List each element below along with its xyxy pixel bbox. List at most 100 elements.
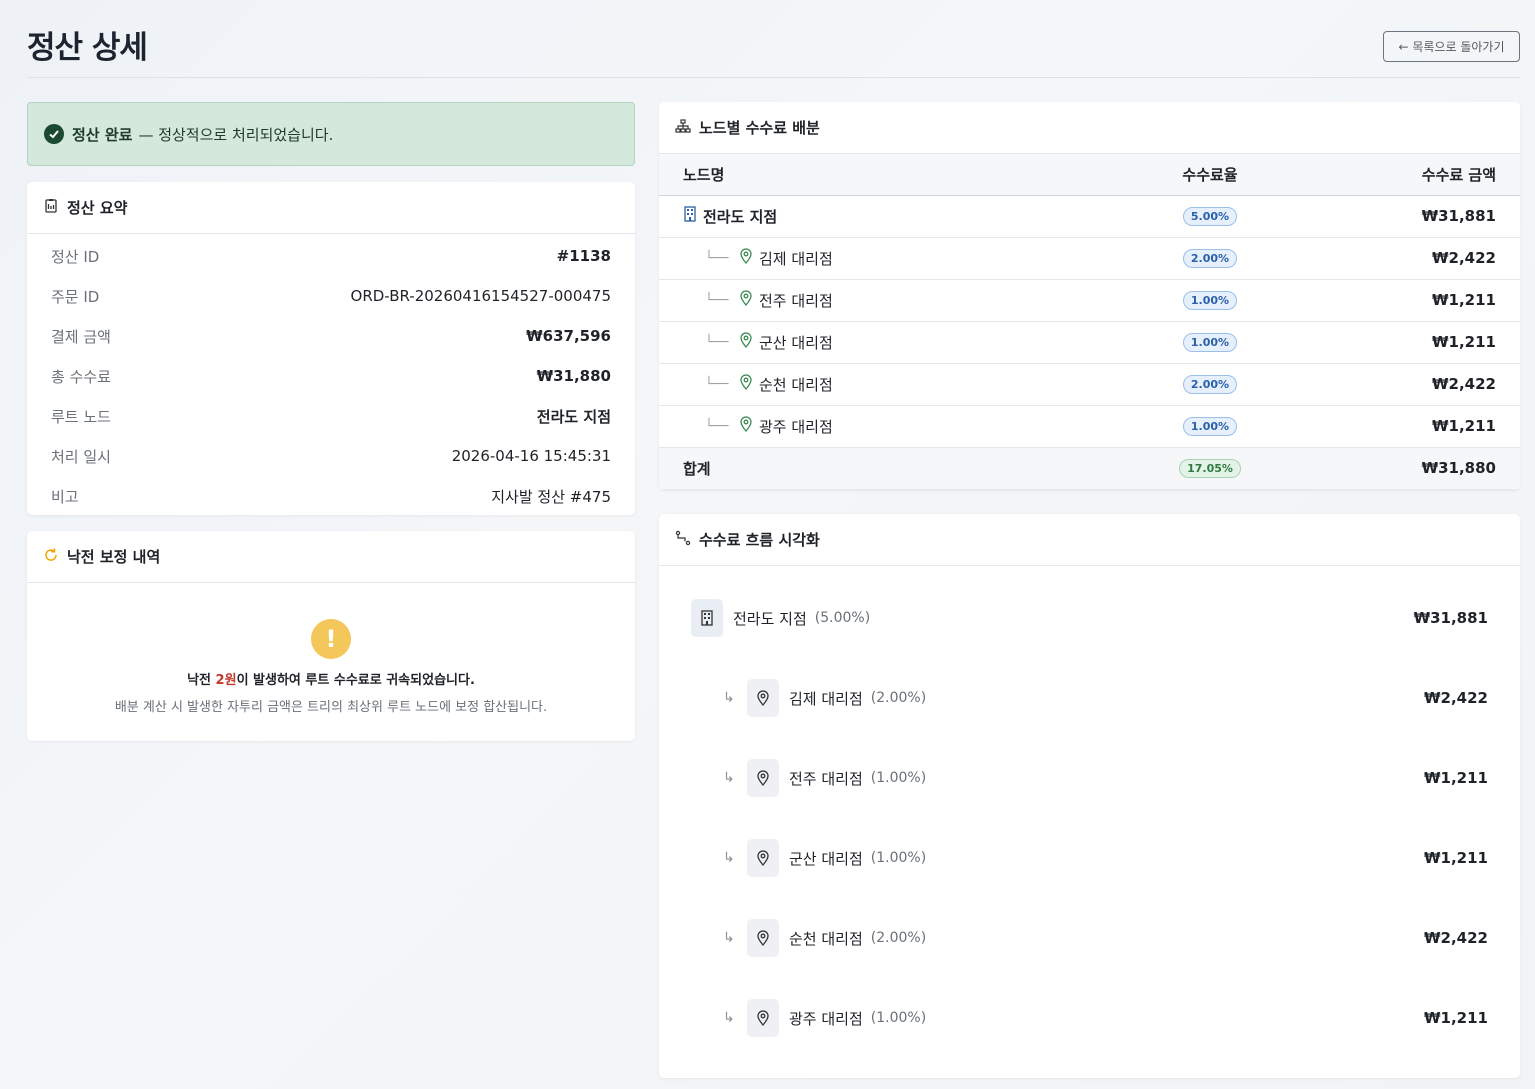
- flow-node-pct: (2.00%): [870, 690, 927, 706]
- flow-node-amount: ₩1,211: [1424, 769, 1488, 787]
- check-circle-icon: [44, 124, 64, 144]
- map-pin-icon: [747, 759, 779, 797]
- table-header-row: 노드명 수수료율 수수료 금액: [659, 154, 1520, 196]
- fee-amount: ₩1,211: [1290, 279, 1520, 322]
- fee-amount: ₩2,422: [1290, 363, 1520, 406]
- map-pin-icon: [747, 839, 779, 877]
- flow-child-node: ↳ 광주 대리점 (1.00%) ₩1,211: [659, 998, 1520, 1038]
- arrow-icon: ↳: [723, 1010, 735, 1026]
- summary-value: ORD-BR-20260416154527-000475: [350, 287, 611, 305]
- rounding-description: 배분 계산 시 발생한 자투리 금액은 트리의 최상위 루트 노드에 보정 합산…: [114, 700, 548, 715]
- page-header: 정산 상세 ← 목록으로 돌아가기: [27, 18, 1520, 78]
- map-pin-icon: [739, 374, 753, 394]
- flow-node-name: 순천 대리점: [789, 929, 863, 948]
- flow-root-node: 전라도 지점 (5.00%) ₩31,881: [659, 598, 1520, 638]
- summary-value: ₩637,596: [526, 327, 611, 345]
- rounding-empty-state: ! 낙전 2원이 발생하여 루트 수수료로 귀속되었습니다. 배분 계산 시 발…: [27, 583, 635, 715]
- summary-row: 루트 노드 전라도 지점: [27, 396, 635, 436]
- rounding-card-header: 낙전 보정 내역: [27, 531, 635, 583]
- summary-row: 주문 ID ORD-BR-20260416154527-000475: [27, 276, 635, 316]
- map-pin-icon: [747, 919, 779, 957]
- distribution-table: 노드명 수수료율 수수료 금액 전라도 지점 5.00% ₩31,881 └──…: [659, 154, 1520, 490]
- flow-node-pct: (1.00%): [870, 1010, 927, 1026]
- rate-badge: 2.00%: [1182, 249, 1238, 268]
- column-header-rate: 수수료율: [1130, 154, 1290, 196]
- tree-branch-glyph: └──: [705, 334, 729, 350]
- node-name: 전주 대리점: [759, 291, 833, 310]
- building-icon: [691, 599, 723, 637]
- fee-amount: ₩31,881: [1290, 195, 1520, 238]
- flow-node-name: 광주 대리점: [789, 1009, 863, 1028]
- flow-card-title: 수수료 흐름 시각화: [699, 531, 820, 549]
- success-alert: 정산 완료 — 정상적으로 처리되었습니다.: [27, 102, 635, 166]
- flow-node-amount: ₩2,422: [1424, 689, 1488, 707]
- summary-value: 2026-04-16 15:45:31: [451, 447, 611, 465]
- summary-card: 정산 요약 정산 ID #1138 주문 ID ORD-BR-20260416154…: [27, 182, 635, 515]
- rate-badge: 1.00%: [1182, 291, 1238, 310]
- arrow-icon: ↳: [723, 930, 735, 946]
- flow-node-pct: (1.00%): [870, 770, 927, 786]
- summary-key: 비고: [51, 487, 79, 506]
- distribution-card-title: 노드별 수수료 배분: [699, 119, 820, 137]
- table-row: └── 전주 대리점 1.00% ₩1,211: [659, 279, 1520, 322]
- flow-node-name: 김제 대리점: [789, 689, 863, 708]
- map-pin-icon: [747, 679, 779, 717]
- summary-key: 정산 ID: [51, 247, 100, 266]
- warning-icon: !: [311, 619, 351, 659]
- tree-branch-glyph: └──: [705, 292, 729, 308]
- arrow-icon: ↳: [723, 850, 735, 866]
- flow-child-node: ↳ 군산 대리점 (1.00%) ₩1,211: [659, 838, 1520, 878]
- distribution-card: 노드별 수수료 배분 노드명 수수료율 수수료 금액 전라도 지점 5.00% …: [659, 102, 1520, 490]
- summary-key: 결제 금액: [51, 327, 111, 346]
- flow-child-node: ↳ 전주 대리점 (1.00%) ₩1,211: [659, 758, 1520, 798]
- rounding-card: 낙전 보정 내역 ! 낙전 2원이 발생하여 루트 수수료로 귀속되었습니다. …: [27, 531, 635, 741]
- receipt-icon: [43, 198, 59, 218]
- summary-value: ₩31,880: [536, 367, 611, 385]
- fee-amount: ₩1,211: [1290, 321, 1520, 364]
- total-label: 합계: [659, 447, 1130, 490]
- node-name: 김제 대리점: [759, 249, 833, 268]
- flow-node-amount: ₩31,881: [1413, 609, 1488, 627]
- summary-value: 지사발 정산 #475: [491, 487, 611, 506]
- tree-branch-glyph: └──: [705, 376, 729, 392]
- flow-node-name: 전라도 지점: [733, 609, 807, 628]
- sitemap-icon: [675, 118, 691, 138]
- flow-node-pct: (2.00%): [870, 930, 927, 946]
- rate-badge: 1.00%: [1182, 417, 1238, 436]
- rounding-amount: 2원: [215, 673, 237, 688]
- total-amount: ₩31,880: [1290, 447, 1520, 490]
- table-row: └── 군산 대리점 1.00% ₩1,211: [659, 321, 1520, 364]
- flow-node-amount: ₩2,422: [1424, 929, 1488, 947]
- map-pin-icon: [739, 248, 753, 268]
- flow-card: 수수료 흐름 시각화 전라도 지점 (5.00%) ₩31,881 ↳ 김제 대…: [659, 514, 1520, 1078]
- table-row: └── 김제 대리점 2.00% ₩2,422: [659, 237, 1520, 280]
- summary-row: 정산 ID #1138: [27, 236, 635, 276]
- rounding-card-title: 낙전 보정 내역: [67, 548, 161, 566]
- summary-key: 처리 일시: [51, 447, 111, 466]
- map-pin-icon: [747, 999, 779, 1037]
- refresh-icon: [43, 547, 59, 567]
- summary-card-title: 정산 요약: [67, 199, 128, 217]
- rate-badge: 2.00%: [1182, 375, 1238, 394]
- flow-node-name: 군산 대리점: [789, 849, 863, 868]
- building-icon: [683, 206, 697, 226]
- rate-badge: 5.00%: [1182, 207, 1238, 226]
- node-name: 군산 대리점: [759, 333, 833, 352]
- fee-amount: ₩2,422: [1290, 237, 1520, 280]
- flow-node-amount: ₩1,211: [1424, 849, 1488, 867]
- summary-row: 비고 지사발 정산 #475: [27, 476, 635, 516]
- back-to-list-button[interactable]: ← 목록으로 돌아가기: [1383, 31, 1520, 62]
- summary-row: 처리 일시 2026-04-16 15:45:31: [27, 436, 635, 476]
- tree-branch-glyph: └──: [705, 418, 729, 434]
- map-pin-icon: [739, 416, 753, 436]
- flow-child-node: ↳ 순천 대리점 (2.00%) ₩2,422: [659, 918, 1520, 958]
- page-title: 정산 상세: [27, 30, 148, 66]
- column-header-amount: 수수료 금액: [1290, 154, 1520, 196]
- map-pin-icon: [739, 332, 753, 352]
- flow-child-node: ↳ 김제 대리점 (2.00%) ₩2,422: [659, 678, 1520, 718]
- rate-badge: 1.00%: [1182, 333, 1238, 352]
- fee-amount: ₩1,211: [1290, 405, 1520, 448]
- summary-row: 결제 금액 ₩637,596: [27, 316, 635, 356]
- flow-icon: [675, 530, 691, 550]
- alert-title: 정산 완료: [72, 125, 133, 144]
